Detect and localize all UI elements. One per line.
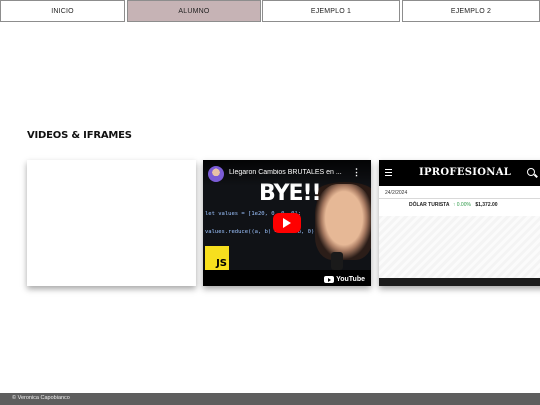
ticker-value: $1,372.00 — [475, 202, 498, 208]
nav-item-ejemplo-2[interactable]: EJEMPLO 2 — [402, 0, 540, 22]
page-footer: © Veronica Capobianco — [0, 393, 540, 405]
news-header: IPROFESIONAL — [379, 160, 540, 186]
ticker-change: ↑ 0.00% — [452, 202, 471, 208]
more-vert-icon[interactable]: ⋮ — [352, 167, 361, 178]
search-icon[interactable] — [527, 168, 535, 176]
channel-avatar[interactable] — [208, 166, 224, 182]
top-nav: INICIO ALUMNO EJEMPLO 1 EJEMPLO 2 — [0, 0, 540, 23]
microphone-image — [331, 252, 343, 270]
currency-ticker: DÓLAR TURISTA ↑ 0.00% $1,372.00 — [409, 202, 498, 208]
footer-copyright: © Veronica Capobianco — [12, 395, 70, 401]
youtube-logo-icon — [324, 276, 335, 283]
hamburger-menu-icon[interactable] — [385, 169, 392, 176]
video-footer-bar: YouTube — [203, 270, 371, 286]
youtube-embed[interactable]: let values = [1e20, 0, 0, 0]; values.red… — [203, 160, 371, 286]
news-logo[interactable]: IPROFESIONAL — [419, 167, 511, 178]
nav-item-alumno[interactable]: ALUMNO — [127, 0, 261, 22]
nav-item-inicio[interactable]: INICIO — [0, 0, 125, 22]
ticker-label: DÓLAR TURISTA — [409, 202, 450, 208]
presenter-image — [315, 184, 371, 260]
nav-item-ejemplo-1[interactable]: EJEMPLO 1 — [262, 0, 400, 22]
divider — [379, 198, 540, 199]
js-badge: JS — [205, 246, 229, 270]
section-title: VIDEOS & IFRAMES — [27, 130, 132, 141]
play-button[interactable] — [273, 213, 301, 233]
news-content-placeholder — [379, 216, 540, 278]
youtube-logo-text: YouTube — [336, 276, 365, 283]
news-date: 24/2/2024 — [385, 190, 408, 196]
blank-iframe[interactable] — [27, 160, 196, 286]
play-icon — [283, 218, 291, 228]
video-title[interactable]: Llegaron Cambios BRUTALES en ... — [229, 169, 347, 176]
youtube-logo[interactable]: YouTube — [324, 276, 365, 283]
news-iframe[interactable]: IPROFESIONAL 24/2/2024 DÓLAR TURISTA ↑ 0… — [379, 160, 540, 286]
video-header: Llegaron Cambios BRUTALES en ... ⋮ — [203, 160, 371, 186]
code-line-2: values.reduce((a, b) => a + b, 0); — [205, 229, 318, 235]
news-footer-bar — [379, 278, 540, 286]
